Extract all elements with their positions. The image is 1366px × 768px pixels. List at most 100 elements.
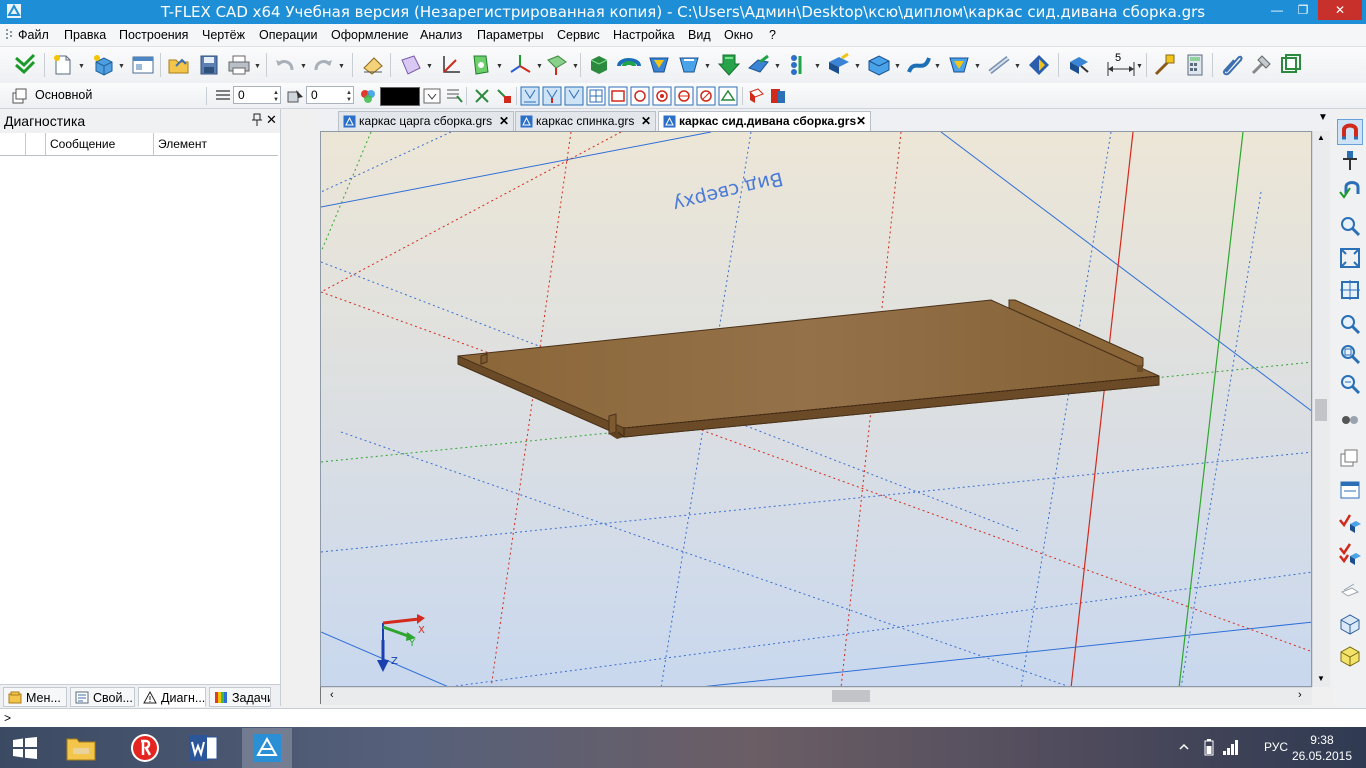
snap-icon[interactable] <box>472 86 492 106</box>
menu-construct[interactable]: Построения <box>119 28 188 42</box>
menu-parameters[interactable]: Параметры <box>477 28 544 42</box>
menu-window[interactable]: Окно <box>724 28 753 42</box>
filter-node-icon[interactable] <box>674 86 694 106</box>
filter-operation-icon[interactable] <box>630 86 650 106</box>
priority-field[interactable]: 0 ▲ ▼ <box>306 86 354 104</box>
tab-tasks[interactable]: Задачи <box>209 687 271 707</box>
doc-tab-siddivana[interactable]: каркас сид.дивана сборка.grs ✕ <box>658 111 871 131</box>
tray-expand-icon[interactable] <box>1178 741 1190 753</box>
tab-list-dropdown-icon[interactable]: ▼ <box>1318 112 1328 123</box>
color-swatch[interactable] <box>380 87 420 106</box>
calculator-icon[interactable] <box>1182 52 1208 78</box>
menu-analysis[interactable]: Анализ <box>420 28 462 42</box>
line-width-field[interactable]: 0 ▲ ▼ <box>233 86 281 104</box>
zoom-extents-icon[interactable] <box>1338 246 1362 270</box>
taskbar-explorer[interactable] <box>56 728 106 768</box>
menu-service[interactable]: Сервис <box>557 28 600 42</box>
snap-settings-icon[interactable] <box>494 86 514 106</box>
menu-help[interactable]: ? <box>769 28 776 42</box>
battery-icon[interactable] <box>1204 738 1214 756</box>
maximize-button[interactable]: ❐ <box>1290 0 1316 20</box>
zoom-window-icon[interactable] <box>1338 214 1362 238</box>
body-icon[interactable] <box>866 52 892 78</box>
check-model-icon[interactable] <box>1338 510 1362 534</box>
tab-properties[interactable]: Свой... <box>70 687 135 707</box>
views-stack-icon[interactable] <box>1338 446 1362 470</box>
pin-icon[interactable] <box>252 113 262 127</box>
accept-all-icon[interactable] <box>12 52 38 78</box>
surface-icon[interactable] <box>906 52 932 78</box>
column-header-element[interactable]: Элемент <box>154 133 278 155</box>
wire-icon[interactable] <box>986 52 1012 78</box>
section-icon[interactable] <box>1338 578 1362 602</box>
color-palette-icon[interactable] <box>358 86 378 106</box>
filter-edge-icon[interactable] <box>542 86 562 106</box>
menu-file[interactable]: Файл <box>18 28 49 42</box>
fastener-icon[interactable] <box>1026 52 1052 78</box>
window-view-icon[interactable] <box>1338 478 1362 502</box>
properties-list-icon[interactable] <box>444 86 464 106</box>
window-layout-icon[interactable] <box>130 52 156 78</box>
select-3d-icon[interactable] <box>746 86 766 106</box>
menu-view[interactable]: Вид <box>688 28 711 42</box>
filter-loop-icon[interactable] <box>586 86 606 106</box>
pin-tool-icon[interactable] <box>1338 148 1362 172</box>
column-header-type[interactable] <box>0 133 26 155</box>
dimension-tool[interactable]: 5 <box>1104 52 1138 78</box>
print-icon[interactable] <box>226 52 252 78</box>
zoom-in-icon[interactable] <box>1338 312 1362 336</box>
extrude-icon[interactable] <box>586 52 612 78</box>
doc-tab-close-button[interactable]: ✕ <box>499 112 509 131</box>
view-cube-icon[interactable] <box>1338 612 1362 636</box>
horizontal-scroll-thumb[interactable] <box>832 690 870 702</box>
eraser-icon[interactable] <box>360 52 386 78</box>
rotate-view-icon[interactable] <box>1338 408 1362 432</box>
windows-start-icon[interactable] <box>12 737 38 759</box>
boolean-icon[interactable] <box>676 52 702 78</box>
zoom-previous-icon[interactable] <box>1338 342 1362 366</box>
line-style-dropdown-icon[interactable] <box>422 86 442 106</box>
scroll-down-icon[interactable]: ▼ <box>1317 674 1325 683</box>
doc-tab-close-button[interactable]: ✕ <box>856 112 866 131</box>
redo-icon[interactable] <box>310 52 336 78</box>
scroll-left-icon[interactable]: ‹ <box>330 689 334 701</box>
shell-icon[interactable] <box>746 52 772 78</box>
smoothing-icon[interactable] <box>716 52 742 78</box>
sketch-icon[interactable] <box>438 52 464 78</box>
sheet-metal-icon[interactable] <box>946 52 972 78</box>
priority-icon[interactable] <box>286 86 306 106</box>
layer-name[interactable]: Основной <box>35 88 92 102</box>
select-assembly-icon[interactable] <box>768 86 788 106</box>
vertical-scrollbar[interactable]: ▲ ▼ <box>1312 131 1330 687</box>
magnet-check-icon[interactable] <box>1338 178 1362 202</box>
menu-operations[interactable]: Операции <box>259 28 317 42</box>
fragment-icon[interactable] <box>1278 52 1304 78</box>
close-button[interactable]: ✕ <box>1318 0 1362 20</box>
3d-scene[interactable]: Вид сверху X Y Z <box>321 132 1312 687</box>
scroll-right-icon[interactable]: › <box>1298 689 1302 701</box>
command-line[interactable]: > <box>0 708 1366 728</box>
new-3d-icon[interactable] <box>90 52 116 78</box>
attach-icon[interactable] <box>1218 52 1244 78</box>
profile-icon[interactable] <box>468 52 494 78</box>
loft-icon[interactable] <box>646 52 672 78</box>
measure-3d-icon[interactable] <box>1066 52 1092 78</box>
tools-icon[interactable] <box>1248 52 1274 78</box>
open-file-icon[interactable] <box>166 52 192 78</box>
line-width-icon[interactable] <box>213 86 233 106</box>
menu-settings[interactable]: Настройка <box>613 28 675 42</box>
language-indicator[interactable]: РУС <box>1264 740 1288 754</box>
3d-viewport[interactable]: Вид сверху X Y Z <box>320 131 1312 687</box>
tab-diagnostics[interactable]: Диагн... <box>138 687 206 707</box>
array-icon[interactable] <box>786 52 812 78</box>
zoom-dynamic-icon[interactable] <box>1338 372 1362 396</box>
panel-close-button[interactable]: ✕ <box>266 112 277 128</box>
horizontal-scrollbar[interactable]: ‹ › <box>320 687 1312 705</box>
filter-path-icon[interactable] <box>696 86 716 106</box>
check-assembly-icon[interactable] <box>1338 542 1362 566</box>
taskbar-tflex[interactable] <box>242 728 292 768</box>
3d-node-icon[interactable] <box>544 52 570 78</box>
filter-all-icon[interactable] <box>718 86 738 106</box>
save-icon[interactable] <box>196 52 222 78</box>
mirror-icon[interactable] <box>826 52 852 78</box>
